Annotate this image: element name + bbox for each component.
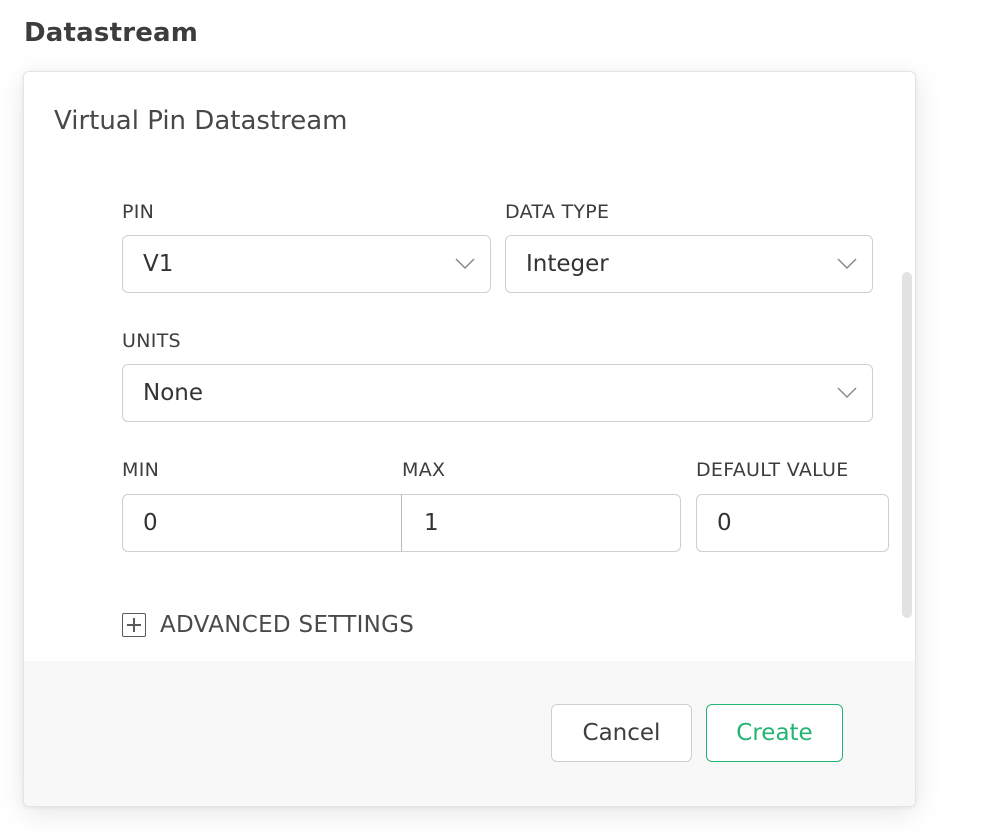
chevron-down-icon [454,253,476,275]
default-value-input[interactable]: 0 [696,494,889,552]
data-type-select[interactable]: Integer [505,235,873,293]
advanced-settings-label: ADVANCED SETTINGS [160,612,415,638]
modal-footer: Cancel Create [24,661,915,806]
units-label: UNITS [122,330,181,352]
default-value-label: DEFAULT VALUE [696,459,849,481]
data-type-label: DATA TYPE [505,201,610,223]
datastream-modal: Virtual Pin Datastream PIN V1 DATA TYPE … [23,71,916,807]
chevron-down-icon [836,382,858,404]
cancel-button[interactable]: Cancel [551,704,692,762]
create-button[interactable]: Create [706,704,843,762]
pin-select-value: V1 [143,251,174,277]
min-label: MIN [122,459,160,481]
max-label: MAX [402,459,446,481]
data-type-select-value: Integer [526,251,609,277]
advanced-settings-toggle[interactable]: ADVANCED SETTINGS [122,612,414,638]
plus-square-icon [122,613,146,637]
units-select[interactable]: None [122,364,873,422]
min-max-group: 0 1 [122,494,682,552]
max-input[interactable]: 1 [401,494,681,552]
min-input[interactable]: 0 [122,494,402,552]
units-select-value: None [143,380,204,406]
pin-select[interactable]: V1 [122,235,491,293]
modal-title: Virtual Pin Datastream [54,106,348,136]
chevron-down-icon [836,253,858,275]
page-title: Datastream [24,18,199,48]
pin-label: PIN [122,201,155,223]
scrollbar-thumb[interactable] [902,272,912,618]
